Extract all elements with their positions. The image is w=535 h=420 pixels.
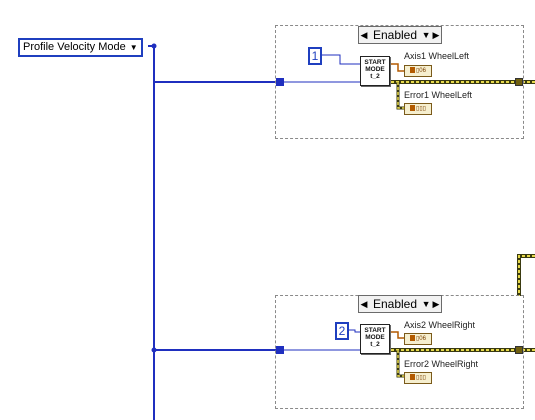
- case1-selector[interactable]: ◀ Enabled ▼ ▶: [358, 26, 442, 44]
- case1-axis-indicator[interactable]: ▯06: [404, 65, 432, 77]
- case2-error-tunnel[interactable]: [515, 346, 523, 354]
- subvi-text: START MODE t_2: [364, 327, 386, 348]
- chevron-left-icon[interactable]: ◀: [359, 27, 369, 43]
- chevron-left-icon[interactable]: ◀: [359, 296, 369, 312]
- case2-selector-terminal[interactable]: [276, 346, 284, 354]
- error-wire-link: [518, 255, 535, 296]
- case2-axis-label: Axis2 WheelRight: [404, 320, 476, 330]
- cluster-icon: [410, 67, 415, 74]
- chevron-down-icon[interactable]: ▼: [130, 43, 138, 52]
- profile-velocity-mode-enum[interactable]: Profile Velocity Mode ▼: [18, 38, 143, 57]
- case2-numeric-constant[interactable]: 2: [335, 322, 349, 340]
- case1-error-indicator[interactable]: ▯▯▯: [404, 103, 432, 115]
- case2-start-mode-subvi[interactable]: START MODE t_2: [360, 324, 390, 354]
- cluster-icon: [410, 335, 415, 342]
- chevron-down-icon[interactable]: ▼: [421, 27, 431, 43]
- enum-label: Profile Velocity Mode: [23, 41, 126, 53]
- case1-numeric-constant[interactable]: 1: [308, 47, 322, 65]
- cluster-icon: [410, 105, 416, 112]
- case1-axis-label: Axis1 WheelLeft: [404, 51, 470, 61]
- chevron-right-icon[interactable]: ▶: [431, 296, 441, 312]
- wire-junction-bottom: [151, 347, 157, 353]
- case1-selector-value: Enabled: [372, 28, 418, 42]
- case2-axis-indicator[interactable]: ▯06: [404, 333, 432, 345]
- case2-selector-value: Enabled: [372, 297, 418, 311]
- subvi-text: START MODE t_2: [364, 59, 386, 80]
- case1-selector-terminal[interactable]: [276, 78, 284, 86]
- cluster-icon: [410, 374, 416, 381]
- case1-error-label: Error1 WheelLeft: [404, 90, 473, 100]
- chevron-right-icon[interactable]: ▶: [431, 27, 441, 43]
- error-wire-link-bg: [517, 254, 535, 296]
- case1-start-mode-subvi[interactable]: START MODE t_2: [360, 56, 390, 86]
- chevron-down-icon[interactable]: ▼: [421, 296, 431, 312]
- case1-error-tunnel[interactable]: [515, 78, 523, 86]
- case2-selector[interactable]: ◀ Enabled ▼ ▶: [358, 295, 442, 313]
- case2-error-indicator[interactable]: ▯▯▯: [404, 372, 432, 384]
- case2-error-label: Error2 WheelRight: [404, 359, 479, 369]
- wire-junction-top: [151, 43, 157, 49]
